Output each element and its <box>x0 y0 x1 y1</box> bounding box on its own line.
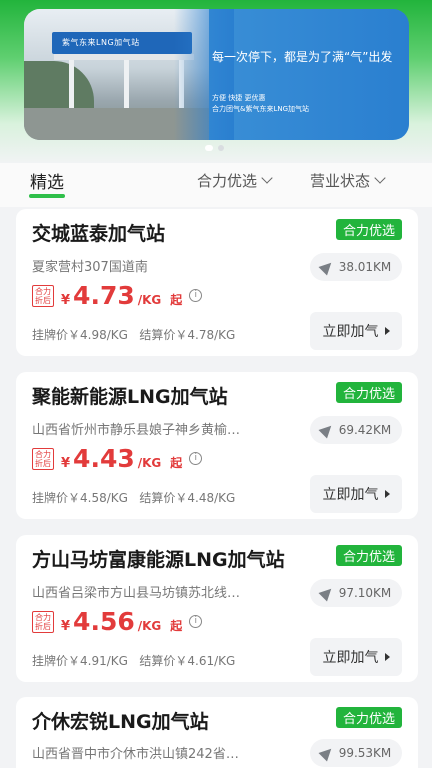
play-triangle-icon <box>384 653 390 661</box>
carousel-indicator <box>205 145 224 151</box>
discount-tag: 合力 折后 <box>32 610 54 633</box>
banner-slogan: 每一次停下，都是为了满“气”出发 <box>212 50 393 64</box>
distance-pill[interactable]: 97.10KM <box>310 579 402 607</box>
info-icon[interactable]: i <box>189 452 203 465</box>
discount-price: 4.56 <box>73 607 135 636</box>
promo-banner[interactable]: 紫气东来LNG加气站 每一次停下，都是为了满“气”出发 方便 快捷 更优惠 合力… <box>24 9 409 140</box>
navigation-arrow-icon <box>318 258 336 276</box>
preferred-badge: 合力优选 <box>335 707 402 728</box>
chevron-down-icon <box>261 172 273 184</box>
play-triangle-icon <box>384 327 390 335</box>
discount-price: 4.43 <box>73 444 135 473</box>
preferred-badge: 合力优选 <box>335 219 402 240</box>
list-price: 挂牌价￥4.98/KG <box>32 328 128 342</box>
info-icon[interactable]: i <box>189 615 203 628</box>
reference-prices: 挂牌价￥4.91/KG 结算价￥4.61/KG <box>32 652 235 669</box>
station-address: 夏家营村307国道南 <box>32 260 148 275</box>
station-card[interactable]: 介休宏锐LNG加气站 合力优选 山西省晋中市介休市洪山镇242省… 99.53K… <box>16 697 418 768</box>
chevron-down-icon <box>374 172 386 184</box>
navigation-arrow-icon <box>318 421 336 439</box>
distance-value: 97.10KM <box>338 586 392 600</box>
distance-value: 38.01KM <box>338 260 392 274</box>
station-name: 介休宏锐LNG加气站 <box>32 711 209 733</box>
reference-prices: 挂牌价￥4.58/KG 结算价￥4.48/KG <box>32 489 235 506</box>
distance-pill[interactable]: 99.53KM <box>310 739 402 767</box>
distance-pill[interactable]: 69.42KM <box>310 416 402 444</box>
filter-business-status[interactable]: 营业状态 <box>310 170 386 191</box>
canopy-sign: 紫气东来LNG加气站 <box>52 32 192 54</box>
tab-featured[interactable]: 精选 <box>30 168 64 193</box>
list-price: 挂牌价￥4.58/KG <box>32 491 128 505</box>
tab-active-indicator <box>29 194 65 198</box>
banner-subtitle: 方便 快捷 更优惠 <box>212 94 266 102</box>
discount-tag: 合力 折后 <box>32 284 54 307</box>
carousel-dot-active <box>205 145 213 151</box>
station-name: 交城蓝泰加气站 <box>32 223 166 245</box>
carousel-dot <box>218 145 224 151</box>
discount-price: 4.73 <box>73 281 135 310</box>
distance-value: 99.53KM <box>338 746 392 760</box>
station-name: 方山马坊富康能源LNG加气站 <box>32 549 285 571</box>
distance-pill[interactable]: 38.01KM <box>310 253 402 281</box>
station-card[interactable]: 聚能新能源LNG加气站 合力优选 山西省忻州市静乐县娘子神乡黄榆… 69.42K… <box>16 372 418 519</box>
settle-price: 结算价￥4.48/KG <box>139 491 236 505</box>
price-row: 合力 折后 ¥ 4.73 /KG 起 i <box>32 281 203 310</box>
station-card[interactable]: 交城蓝泰加气站 合力优选 夏家营村307国道南 38.01KM 合力 折后 ¥ … <box>16 209 418 356</box>
station-address: 山西省晋中市介休市洪山镇242省… <box>32 747 239 762</box>
filter-label: 营业状态 <box>310 172 371 190</box>
preferred-badge: 合力优选 <box>335 382 402 403</box>
info-icon[interactable]: i <box>189 289 203 302</box>
filter-heli-preferred[interactable]: 合力优选 <box>197 170 273 191</box>
price-row: 合力 折后 ¥ 4.43 /KG 起 i <box>32 444 203 473</box>
filter-bar: 精选 合力优选 营业状态 <box>0 163 432 207</box>
refuel-now-button[interactable]: 立即加气 <box>310 475 402 513</box>
list-price: 挂牌价￥4.91/KG <box>32 654 128 668</box>
station-name: 聚能新能源LNG加气站 <box>32 386 228 408</box>
navigation-arrow-icon <box>318 744 336 762</box>
play-triangle-icon <box>384 490 390 498</box>
station-address: 山西省吕梁市方山县马坊镇苏北线… <box>32 586 241 601</box>
refuel-now-button[interactable]: 立即加气 <box>310 312 402 350</box>
settle-price: 结算价￥4.61/KG <box>139 654 236 668</box>
reference-prices: 挂牌价￥4.98/KG 结算价￥4.78/KG <box>32 326 235 343</box>
preferred-badge: 合力优选 <box>335 545 402 566</box>
filter-label: 合力优选 <box>197 172 258 190</box>
navigation-arrow-icon <box>318 584 336 602</box>
station-card[interactable]: 方山马坊富康能源LNG加气站 合力优选 山西省吕梁市方山县马坊镇苏北线… 97.… <box>16 535 418 682</box>
banner-partner-line: 合力团气&紫气东来LNG加气站 <box>212 105 310 113</box>
discount-tag: 合力 折后 <box>32 447 54 470</box>
distance-value: 69.42KM <box>338 423 392 437</box>
refuel-now-button[interactable]: 立即加气 <box>310 638 402 676</box>
settle-price: 结算价￥4.78/KG <box>139 328 236 342</box>
station-address: 山西省忻州市静乐县娘子神乡黄榆… <box>32 423 241 438</box>
price-row: 合力 折后 ¥ 4.56 /KG 起 i <box>32 607 203 636</box>
